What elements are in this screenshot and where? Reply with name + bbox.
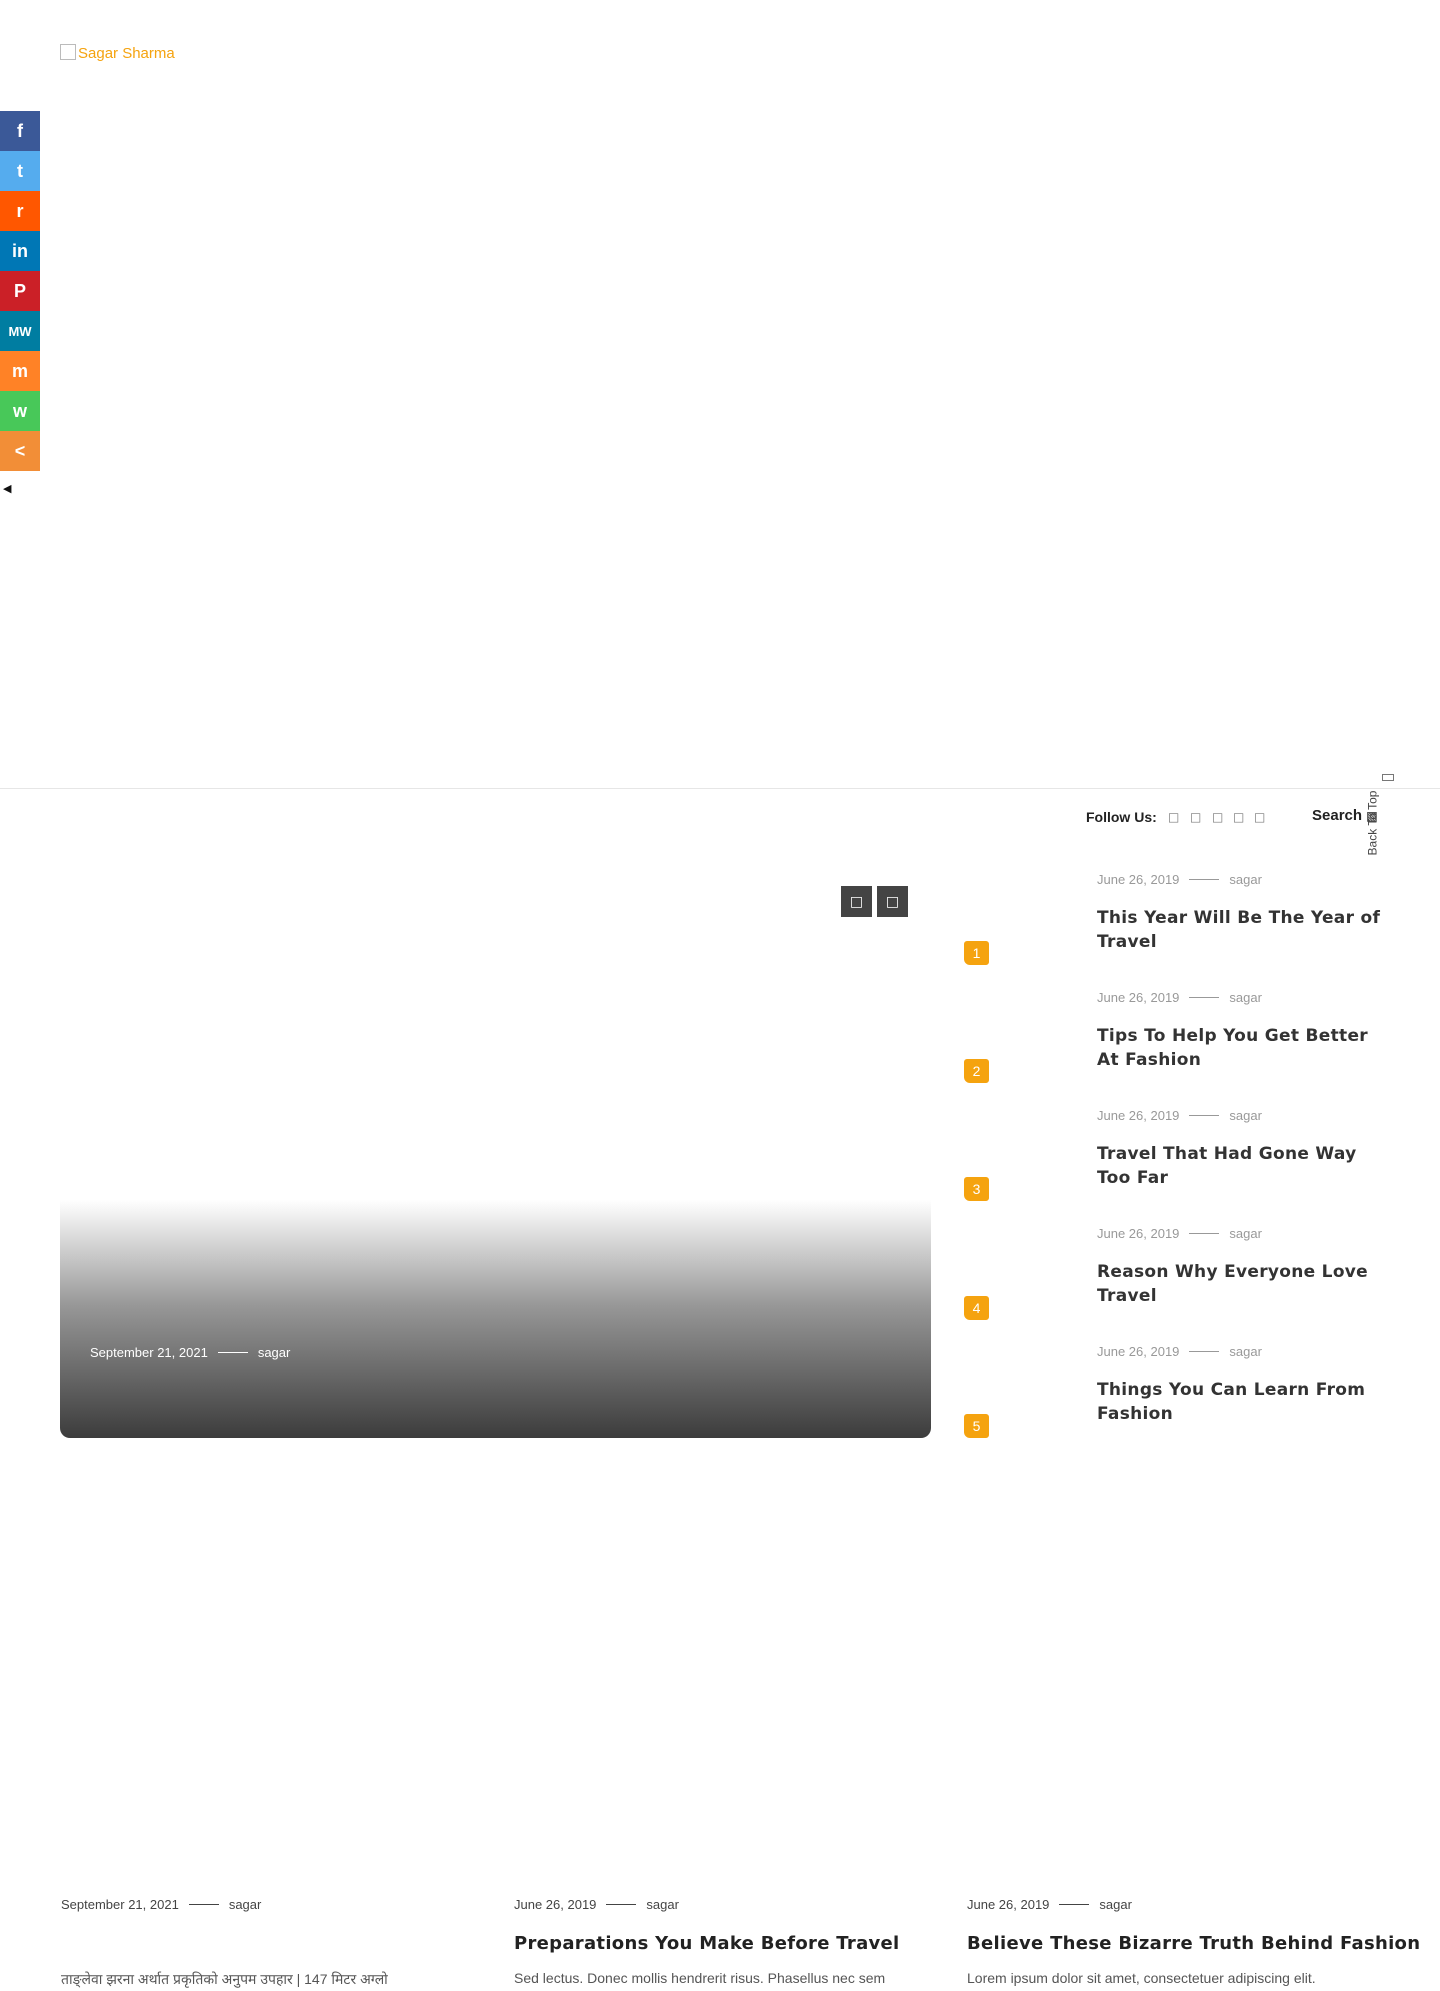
post-title[interactable]: Believe These Bizarre Truth Behind Fashi… <box>967 1933 1420 1954</box>
mix-share-button[interactable]: m <box>0 351 40 391</box>
trending-number: 2 <box>964 1059 989 1083</box>
hero-meta: September 21, 2021 sagar <box>90 1345 290 1360</box>
linkedin-share-button[interactable]: in <box>0 231 40 271</box>
instagram-icon[interactable]: □ <box>1212 810 1223 824</box>
trending-meta: June 26, 2019 sagar <box>1097 1108 1262 1123</box>
linkedin-icon: in <box>12 240 28 261</box>
trending-author[interactable]: sagar <box>1229 1226 1262 1241</box>
hide-share-icon[interactable]: ◀ <box>3 482 11 495</box>
post-author[interactable]: sagar <box>1099 1897 1132 1912</box>
trending-date[interactable]: June 26, 2019 <box>1097 872 1179 887</box>
header-divider <box>0 788 1440 789</box>
trending-title[interactable]: Tips To Help You Get Better At Fashion <box>1097 1024 1387 1072</box>
post-meta: June 26, 2019 sagar <box>514 1897 679 1912</box>
trending-title[interactable]: Reason Why Everyone Love Travel <box>1097 1260 1387 1308</box>
pinterest-icon: P <box>13 280 26 301</box>
whatsapp-share-button[interactable]: w <box>0 391 40 431</box>
post-date[interactable]: September 21, 2021 <box>61 1897 179 1912</box>
post-author[interactable]: sagar <box>229 1897 262 1912</box>
facebook-share-button[interactable]: f <box>0 111 40 151</box>
follow-us-label: Follow Us: <box>1086 809 1157 825</box>
reddit-share-button[interactable]: r <box>0 191 40 231</box>
post-excerpt: Sed lectus. Donec mollis hendrerit risus… <box>514 1970 886 1986</box>
hero-author[interactable]: sagar <box>258 1345 291 1360</box>
twitter-share-button[interactable]: t <box>0 151 40 191</box>
whatsapp-icon: w <box>12 400 27 421</box>
trending-meta: June 26, 2019 sagar <box>1097 1344 1262 1359</box>
trending-number: 5 <box>964 1414 989 1438</box>
share-bar: f t r in P MW m w < <box>0 111 40 471</box>
slider-next-button[interactable]: □ <box>877 886 908 917</box>
chevron-left-icon: □ <box>849 893 864 910</box>
post-author[interactable]: sagar <box>646 1897 679 1912</box>
youtube-icon[interactable]: □ <box>1254 810 1265 824</box>
post-date[interactable]: June 26, 2019 <box>967 1897 1049 1912</box>
twitter-icon: t <box>17 160 23 181</box>
post-date[interactable]: June 26, 2019 <box>514 1897 596 1912</box>
trending-date[interactable]: June 26, 2019 <box>1097 1108 1179 1123</box>
post-meta: September 21, 2021 sagar <box>61 1897 261 1912</box>
trending-author[interactable]: sagar <box>1229 990 1262 1005</box>
facebook-icon[interactable]: □ <box>1168 810 1179 824</box>
meta-separator <box>217 1352 248 1353</box>
trending-title[interactable]: Travel That Had Gone Way Too Far <box>1097 1142 1387 1190</box>
chevron-right-icon: □ <box>885 893 900 910</box>
reddit-icon: r <box>16 200 24 221</box>
broken-image-icon <box>60 44 76 60</box>
trending-date[interactable]: June 26, 2019 <box>1097 1226 1179 1241</box>
trending-author[interactable]: sagar <box>1229 1344 1262 1359</box>
twitter-icon[interactable]: □ <box>1190 810 1201 824</box>
trending-number: 1 <box>964 941 989 965</box>
trending-number: 3 <box>964 1177 989 1201</box>
site-logo[interactable]: Sagar Sharma <box>60 44 175 62</box>
slider-prev-button[interactable]: □ <box>841 886 872 917</box>
post-excerpt: ताङ्लेवा झरना अर्थात प्रकृतिको अनुपम उपह… <box>61 1971 388 1987</box>
post-excerpt: Lorem ipsum dolor sit amet, consectetuer… <box>967 1970 1316 1986</box>
share-icon: < <box>14 440 26 461</box>
more-share-button[interactable]: < <box>0 431 40 471</box>
back-to-top-button[interactable]: Back To Top <box>1365 768 1398 878</box>
trending-date[interactable]: June 26, 2019 <box>1097 1344 1179 1359</box>
hero-date[interactable]: September 21, 2021 <box>90 1345 208 1360</box>
trending-author[interactable]: sagar <box>1229 1108 1262 1123</box>
search-label: Search <box>1312 807 1363 824</box>
mewe-icon: MW <box>8 323 32 339</box>
pinterest-icon[interactable]: □ <box>1233 810 1244 824</box>
pinterest-share-button[interactable]: P <box>0 271 40 311</box>
logo-alt-text: Sagar Sharma <box>78 45 175 62</box>
facebook-icon: f <box>17 120 23 141</box>
post-title[interactable]: Preparations You Make Before Travel <box>514 1933 900 1954</box>
mix-icon: m <box>11 360 28 381</box>
trending-meta: June 26, 2019 sagar <box>1097 990 1262 1005</box>
trending-number: 4 <box>964 1296 989 1320</box>
trending-meta: June 26, 2019 sagar <box>1097 1226 1262 1241</box>
trending-title[interactable]: This Year Will Be The Year of Travel <box>1097 906 1387 954</box>
trending-date[interactable]: June 26, 2019 <box>1097 990 1179 1005</box>
back-to-top-label: Back To Top <box>1365 790 1380 856</box>
arrow-up-icon <box>1382 774 1394 781</box>
trending-title[interactable]: Things You Can Learn From Fashion <box>1097 1378 1387 1426</box>
trending-author[interactable]: sagar <box>1229 872 1262 887</box>
trending-meta: June 26, 2019 sagar <box>1097 872 1262 887</box>
post-meta: June 26, 2019 sagar <box>967 1897 1132 1912</box>
hero-slide[interactable] <box>60 1200 931 1438</box>
mewe-share-button[interactable]: MW <box>0 311 40 351</box>
